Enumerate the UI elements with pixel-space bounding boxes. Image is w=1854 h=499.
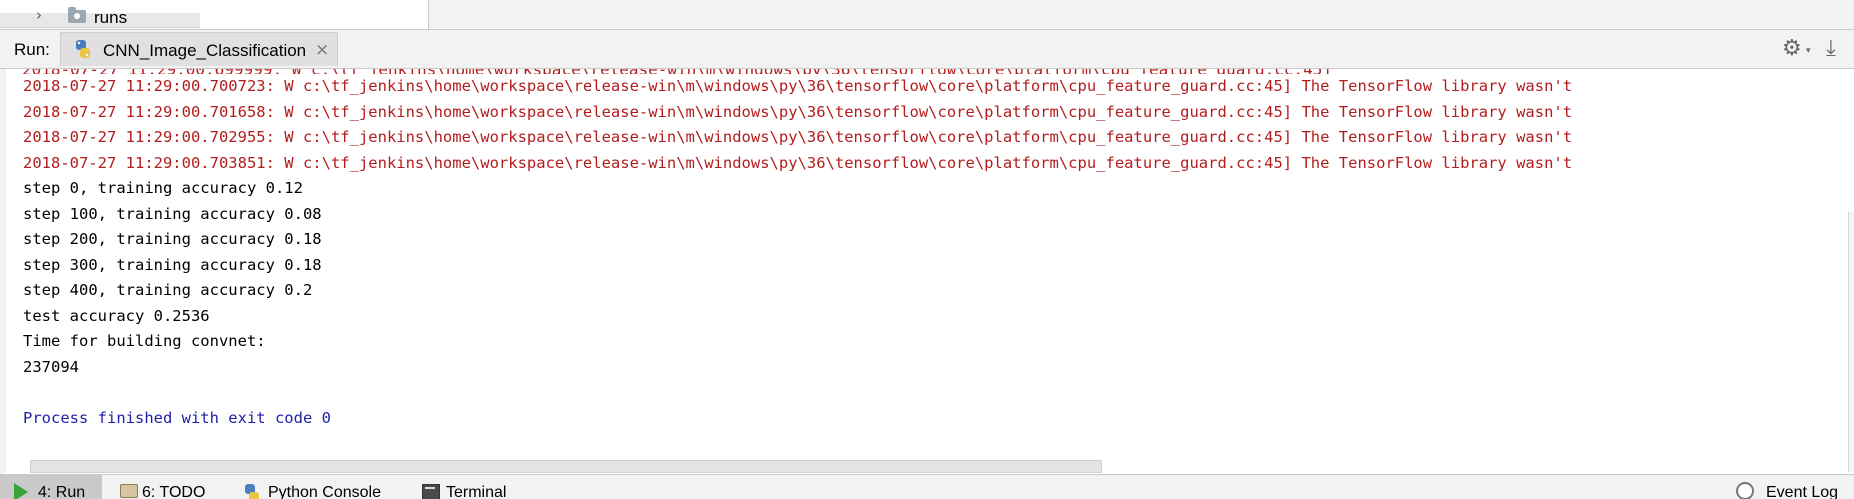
console-lines: 2018-07-27 11:29:00.700723: W c:\tf_jenk… (23, 74, 1572, 431)
tool-window-bar: 4: Run 6: TODO Python Console Terminal E… (0, 474, 1854, 499)
chevron-right-icon[interactable]: › (36, 7, 52, 23)
todo-icon (120, 484, 138, 498)
console-warning-line: 2018-07-27 11:29:00.703851: W c:\tf_jenk… (23, 153, 1573, 172)
run-config-tab[interactable]: CNN_Image_Classification × (60, 32, 338, 66)
console-output[interactable]: 2018-07-27 11:29:00.699999: W c:\tf_jenk… (0, 69, 1854, 474)
console-output-line: step 0, training accuracy 0.12 (23, 179, 303, 197)
tool-python-console[interactable]: Python Console (232, 475, 402, 499)
console-output-line: step 300, training accuracy 0.18 (23, 255, 322, 274)
event-log-icon (1736, 482, 1754, 499)
console-output-line: step 100, training accuracy 0.08 (23, 204, 322, 223)
run-panel-title: Run: (14, 40, 50, 59)
folder-icon (68, 7, 86, 23)
tool-todo-label: 6: TODO (142, 484, 206, 499)
run-config-tab-label: CNN_Image_Classification (103, 41, 307, 60)
tool-event-log[interactable]: Event Log (1726, 475, 1850, 499)
tool-run[interactable]: 4: Run (0, 475, 102, 499)
caret-down-icon[interactable]: ▾ (1806, 46, 1811, 56)
console-output-line: step 400, training accuracy 0.2 (23, 281, 313, 299)
tool-terminal[interactable]: Terminal (414, 475, 524, 499)
gear-icon[interactable]: ⚙ (1782, 36, 1802, 61)
console-output-line: 237094 (23, 357, 79, 376)
run-panel-header: Run: CNN_Image_Classification × (0, 30, 1854, 69)
run-icon (14, 483, 28, 499)
python-icon (76, 40, 90, 58)
close-icon[interactable]: × (315, 40, 329, 60)
console-process-status-line: Process finished with exit code 0 (23, 408, 331, 427)
tool-python-console-label: Python Console (268, 484, 381, 499)
download-icon[interactable]: ⤓ (1826, 36, 1836, 61)
tree-folder-label[interactable]: runs (94, 8, 127, 28)
project-tree: › runs (0, 0, 1854, 30)
console-output-line: test accuracy 0.2536 (23, 306, 210, 325)
console-warning-line: 2018-07-27 11:29:00.700723: W c:\tf_jenk… (23, 77, 1573, 95)
console-output-line: step 200, training accuracy 0.18 (23, 230, 322, 248)
console-output-line: Time for building convnet: (23, 332, 266, 350)
tool-terminal-label: Terminal (446, 484, 507, 499)
python-console-icon (245, 484, 259, 499)
console-warning-line: 2018-07-27 11:29:00.702955: W c:\tf_jenk… (23, 128, 1573, 146)
terminal-icon (422, 484, 440, 499)
tool-event-log-label: Event Log (1766, 484, 1839, 499)
horizontal-scrollbar[interactable] (30, 460, 1102, 473)
project-tree-panel: › runs (0, 0, 429, 29)
vertical-scrollbar[interactable] (1848, 212, 1854, 472)
console-warning-line: 2018-07-27 11:29:00.701658: W c:\tf_jenk… (23, 102, 1573, 121)
tool-todo[interactable]: 6: TODO (108, 475, 218, 499)
tool-run-label: 4: Run (38, 484, 86, 499)
